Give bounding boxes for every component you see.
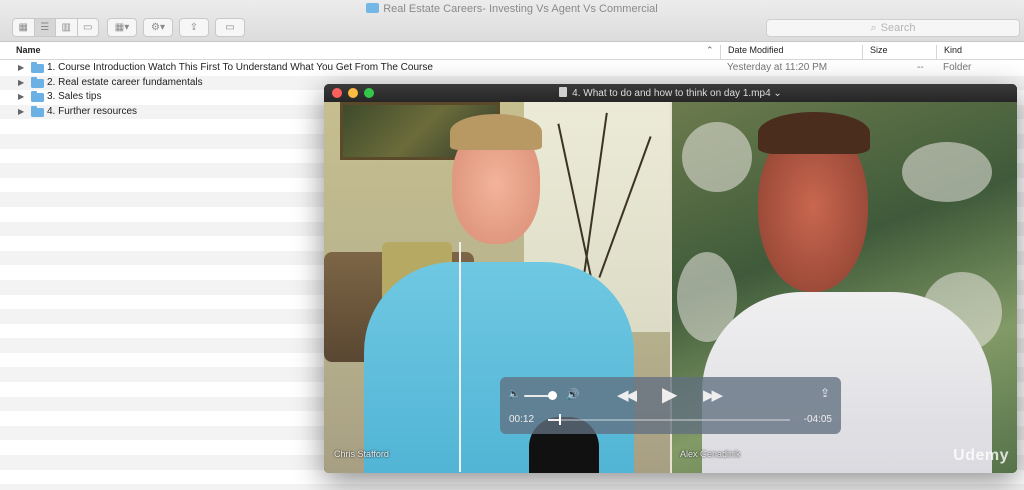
timeline-progress [548, 419, 560, 421]
column-header: Name ⌃ Date Modified Size Kind [0, 42, 1024, 60]
share-icon[interactable]: ⇪ [820, 386, 830, 400]
playhead[interactable] [559, 414, 562, 425]
video-player-window: 4. What to do and how to think on day 1.… [324, 84, 1017, 473]
folder-icon [31, 91, 44, 103]
tag-icon: ▭ [225, 22, 235, 33]
view-mode-control: ▦ ☰ ▥ ▭ [12, 18, 99, 37]
playback-controls: 🔈 🔊 ◀◀ ▶ ▶▶ ⇪ 00:12 -04:05 [500, 377, 841, 434]
folder-icon [31, 62, 44, 73]
share-icon: ⇪ [189, 22, 199, 33]
column-date-modified[interactable]: Date Modified [728, 45, 784, 55]
disclosure-triangle-icon[interactable]: ▶ [18, 76, 24, 91]
player-titlebar[interactable]: 4. What to do and how to think on day 1.… [324, 84, 1017, 102]
action-gear-button[interactable]: ⚙▾ [143, 18, 173, 37]
folder-icon [366, 3, 380, 13]
timeline-scrubber[interactable] [548, 414, 790, 425]
column-size[interactable]: Size [870, 45, 888, 55]
icon-view-button[interactable]: ▦ [13, 19, 35, 36]
speaker-name-left: Chris Stafford [334, 449, 389, 459]
share-button[interactable]: ⇪ [179, 18, 209, 37]
search-input[interactable]: ⌕ Search [766, 19, 1020, 37]
folder-icon [31, 105, 44, 117]
play-button[interactable]: ▶ [662, 382, 677, 407]
sort-chevron-icon: ⌃ [706, 45, 714, 55]
speaker-name-right: Alex Genadinik [680, 449, 741, 459]
udemy-watermark: Udemy [953, 447, 1009, 464]
rewind-button[interactable]: ◀◀ [617, 386, 637, 404]
elapsed-time: 00:12 [509, 414, 535, 425]
folder-icon [31, 76, 44, 88]
disclosure-triangle-icon[interactable]: ▶ [18, 90, 24, 105]
volume-high-icon[interactable]: 🔊 [566, 388, 580, 401]
volume-knob[interactable] [548, 391, 558, 400]
list-item[interactable]: ▶ 1. Course Introduction Watch This Firs… [0, 61, 1024, 76]
search-icon: ⌕ [870, 21, 877, 34]
arrange-button[interactable]: ▦▾ [107, 18, 137, 37]
chevron-down-icon[interactable]: ⌄ [773, 88, 781, 99]
gear-icon: ⚙▾ [151, 22, 165, 33]
video-frame[interactable]: Chris Stafford Alex Genadinik Udemy 🔈 🔊 … [324, 102, 1017, 473]
finder-toolbar: Real Estate Careers- Investing Vs Agent … [0, 0, 1024, 42]
player-title: 4. What to do and how to think on day 1.… [324, 87, 1017, 99]
disclosure-triangle-icon[interactable]: ▶ [18, 61, 24, 76]
list-view-button[interactable]: ☰ [34, 19, 56, 36]
window-title: Real Estate Careers- Investing Vs Agent … [0, 3, 1024, 15]
cover-flow-button[interactable]: ▭ [78, 19, 99, 36]
column-view-button[interactable]: ▥ [56, 19, 78, 36]
column-kind[interactable]: Kind [944, 45, 962, 55]
tag-button[interactable]: ▭ [215, 18, 245, 37]
remaining-time: -04:05 [803, 414, 832, 425]
volume-low-icon[interactable]: 🔈 [508, 389, 520, 400]
disclosure-triangle-icon[interactable]: ▶ [18, 105, 24, 120]
video-file-icon [559, 87, 568, 97]
column-name[interactable]: Name [16, 45, 41, 55]
fast-forward-button[interactable]: ▶▶ [703, 386, 723, 404]
